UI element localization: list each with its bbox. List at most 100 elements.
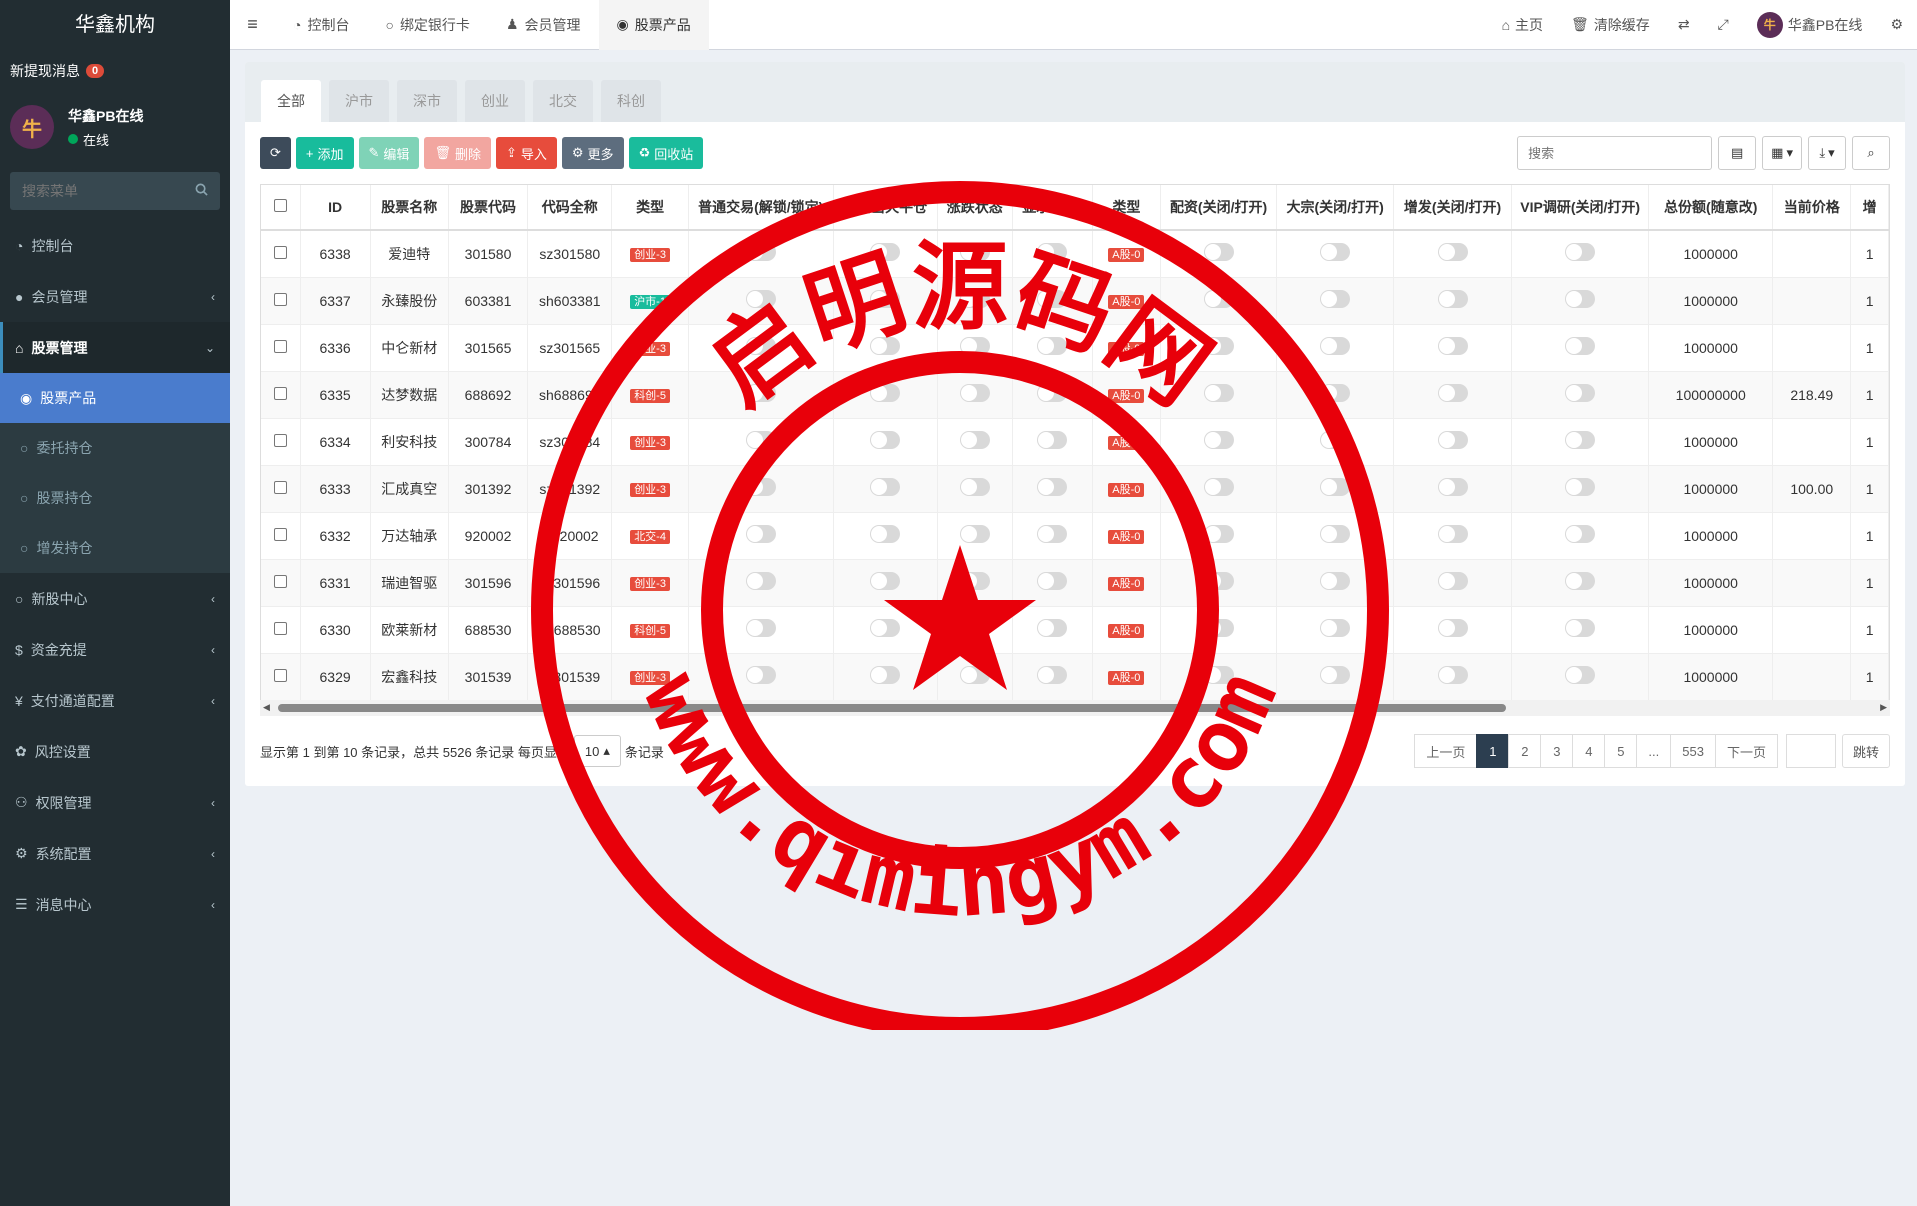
col-header[interactable]: 总份额(随意改) — [1648, 185, 1774, 231]
tab-chinext[interactable]: 创业 — [465, 80, 525, 122]
placement-toggle[interactable] — [1437, 572, 1468, 590]
visibility-toggle[interactable] — [1037, 525, 1068, 543]
sidebar-item-members[interactable]: ● 会员管理 ‹ — [0, 271, 230, 322]
home-link[interactable]: ⌂ 主页 — [1488, 15, 1557, 35]
table-row[interactable]: 6333 汇成真空 301392 sz301392 创业-3 A股-0 1000000 100… — [261, 464, 1889, 512]
col-header[interactable]: 普通交易(解锁/锁定) — [688, 185, 834, 231]
tab-dashboard[interactable]: ◔ 控制台 — [275, 0, 367, 50]
vip-research-toggle[interactable] — [1565, 337, 1596, 355]
row-select-cell[interactable] — [261, 229, 301, 277]
visibility-toggle[interactable] — [1037, 384, 1068, 402]
row-select-cell[interactable] — [261, 417, 301, 465]
export-button[interactable]: ⤓ ▾ — [1808, 136, 1846, 170]
tab-shanghai[interactable]: 沪市 — [329, 80, 389, 122]
vip-research-toggle[interactable] — [1565, 666, 1596, 685]
brand-logo[interactable]: 华鑫机构 — [0, 0, 230, 50]
same-day-close-toggle[interactable] — [870, 525, 901, 543]
placement-toggle[interactable] — [1437, 666, 1468, 685]
row-select-cell[interactable] — [261, 652, 301, 700]
table-row[interactable]: 6335 达梦数据 688692 sh688692 科创-5 A股-0 100000000 2… — [261, 370, 1889, 418]
tab-member-management[interactable]: ♟ 会员管理 — [488, 0, 599, 50]
same-day-close-toggle[interactable] — [870, 478, 901, 496]
vip-research-toggle[interactable] — [1565, 431, 1596, 449]
col-header[interactable]: 配资(关闭/打开) — [1160, 185, 1278, 231]
sidebar-item-stocks[interactable]: ⌂ 股票管理 ⌄ — [0, 322, 230, 373]
row-checkbox[interactable] — [273, 621, 287, 635]
margin-toggle[interactable] — [1203, 572, 1234, 590]
col-header[interactable]: 大宗(关闭/打开) — [1276, 185, 1394, 231]
row-select-cell[interactable] — [261, 558, 301, 606]
visibility-toggle[interactable] — [1037, 431, 1068, 449]
table-row[interactable]: 6332 万达轴承 920002 bj920002 北交-4 A股-0 1000000 1 — [261, 511, 1889, 559]
col-header[interactable]: 股票名称 — [370, 185, 449, 231]
placement-toggle[interactable] — [1437, 525, 1468, 543]
sidebar-item-permissions[interactable]: ⚇ 权限管理 ‹ — [0, 777, 230, 828]
withdraw-notice[interactable]: 新提现消息 0 — [0, 50, 230, 92]
same-day-close-toggle[interactable] — [870, 290, 901, 308]
block-trade-toggle[interactable] — [1320, 290, 1351, 308]
page-button[interactable]: 5 — [1604, 734, 1638, 768]
sidebar-item-messages[interactable]: ☰ 消息中心 ‹ — [0, 879, 230, 930]
rise-fall-toggle[interactable] — [959, 290, 990, 308]
sidebar-item-placement-positions[interactable]: ○ 增发持仓 — [0, 523, 230, 573]
placement-toggle[interactable] — [1437, 478, 1468, 496]
same-day-close-toggle[interactable] — [870, 384, 901, 402]
sidebar-item-order-positions[interactable]: ○ 委托持仓 — [0, 423, 230, 473]
block-trade-toggle[interactable] — [1320, 243, 1351, 262]
scroll-left-icon[interactable]: ◀ — [263, 702, 270, 713]
row-select-cell[interactable] — [261, 464, 301, 512]
page-button[interactable]: 3 — [1540, 734, 1574, 768]
sidebar-item-stock-positions[interactable]: ○ 股票持仓 — [0, 473, 230, 523]
sidebar-item-payment[interactable]: ¥ 支付通道配置 ‹ — [0, 675, 230, 726]
normal-trade-toggle[interactable] — [745, 290, 776, 308]
margin-toggle[interactable] — [1203, 478, 1234, 496]
prev-page-button[interactable]: 上一页 — [1414, 734, 1478, 768]
menu-toggle-icon[interactable]: ≡ — [230, 14, 275, 35]
columns-button[interactable]: ▦ ▾ — [1762, 136, 1802, 170]
vip-research-toggle[interactable] — [1565, 384, 1596, 402]
block-trade-toggle[interactable] — [1320, 525, 1351, 543]
normal-trade-toggle[interactable] — [745, 619, 776, 637]
block-trade-toggle[interactable] — [1320, 478, 1351, 496]
rise-fall-toggle[interactable] — [959, 337, 990, 355]
col-header[interactable]: 显示/隐藏 — [1012, 185, 1093, 231]
margin-toggle[interactable] — [1203, 431, 1234, 449]
table-row[interactable]: 6337 永臻股份 603381 sh603381 沪市-1 A股-0 1000000 1 — [261, 276, 1889, 324]
col-header[interactable]: 增发(关闭/打开) — [1393, 185, 1513, 231]
jump-page-input[interactable] — [1785, 734, 1836, 768]
placement-toggle[interactable] — [1437, 384, 1468, 402]
visibility-toggle[interactable] — [1037, 337, 1068, 355]
sidebar-item-ipo[interactable]: ○ 新股中心 ‹ — [0, 573, 230, 624]
row-checkbox[interactable] — [273, 245, 287, 259]
col-header[interactable]: 类型 — [1092, 185, 1161, 231]
language-icon[interactable]: ⇄ — [1664, 16, 1704, 33]
rise-fall-toggle[interactable] — [959, 431, 990, 449]
row-checkbox[interactable] — [273, 668, 287, 682]
same-day-close-toggle[interactable] — [870, 431, 901, 449]
margin-toggle[interactable] — [1203, 337, 1234, 355]
scrollbar-thumb[interactable] — [278, 704, 1506, 712]
table-search-input[interactable] — [1517, 136, 1713, 170]
row-checkbox[interactable] — [273, 433, 287, 447]
sidebar-item-recharge[interactable]: $ 资金充提 ‹ — [0, 624, 230, 675]
row-select-cell[interactable] — [261, 276, 301, 324]
rise-fall-toggle[interactable] — [959, 666, 990, 685]
page-button[interactable]: 2 — [1508, 734, 1542, 768]
margin-toggle[interactable] — [1203, 290, 1234, 308]
vip-research-toggle[interactable] — [1565, 619, 1596, 637]
table-row[interactable]: 6338 爱迪特 301580 sz301580 创业-3 A股-0 1000000 1 — [261, 229, 1889, 277]
recycle-bin-button[interactable]: ♻ 回收站 — [628, 137, 704, 169]
tab-bind-bank-card[interactable]: ○ 绑定银行卡 — [367, 0, 487, 50]
rise-fall-toggle[interactable] — [959, 572, 990, 590]
col-header[interactable]: 当前价格 — [1772, 185, 1852, 231]
col-header[interactable]: 类型 — [611, 185, 689, 231]
same-day-close-toggle[interactable] — [870, 666, 901, 685]
next-page-button[interactable]: 下一页 — [1714, 734, 1778, 768]
table-row[interactable]: 6331 瑞迪智驱 301596 sz301596 创业-3 A股-0 1000000 1 — [261, 558, 1889, 606]
visibility-toggle[interactable] — [1037, 666, 1068, 685]
scroll-right-icon[interactable]: ▶ — [1880, 702, 1887, 713]
sidebar-item-dashboard[interactable]: ◔ 控制台 — [0, 220, 230, 271]
margin-toggle[interactable] — [1203, 384, 1234, 402]
margin-toggle[interactable] — [1203, 619, 1234, 637]
settings-gears-icon[interactable]: ⚙ — [1876, 16, 1917, 33]
